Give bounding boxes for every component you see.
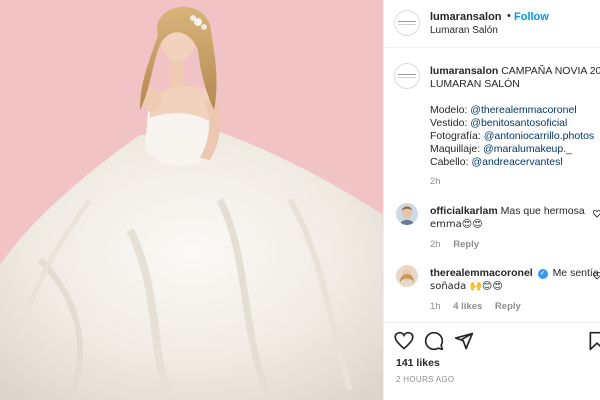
- caption-credit-makeup: Maquillaje: @maralumakeup._: [430, 143, 572, 156]
- instagram-post: lumaransalon • Follow Lumaran Salón luma…: [0, 0, 600, 400]
- caption-credit-photo: Fotografía: @antoniocarrillo.photos: [430, 130, 594, 143]
- mention-link[interactable]: @maralumakeup._: [483, 143, 572, 155]
- caption-credit-hair: Cabello: @andreacervantesl: [430, 156, 563, 169]
- caption-username[interactable]: lumaransalon: [430, 65, 498, 77]
- comment-username[interactable]: therealemmacoronel: [430, 267, 533, 279]
- bride-illustration: [0, 6, 383, 400]
- comment-likes[interactable]: 4 likes: [453, 301, 482, 312]
- post-actions: 141 likes 2 HOURS AGO: [384, 322, 600, 400]
- comment-text-cont: emma😍😍: [430, 219, 483, 230]
- comment-time: 2h: [430, 239, 441, 250]
- comment-like-heart-icon[interactable]: [593, 210, 600, 218]
- verified-badge-icon: ✓: [537, 269, 548, 279]
- comment-2-line-2: soñada 🙌😊😍: [430, 280, 503, 293]
- post-header: lumaransalon • Follow Lumaran Salón: [384, 0, 600, 48]
- comment-time: 1h: [430, 301, 441, 312]
- comment-2-meta: 1h 4 likes Reply: [430, 301, 531, 312]
- salon-logo-icon: [398, 20, 416, 25]
- bookmark-icon[interactable]: [587, 331, 600, 351]
- credit-label: Modelo:: [430, 104, 471, 116]
- comment-1-meta: 2h Reply: [430, 239, 489, 250]
- credit-label: Fotografía:: [430, 130, 484, 142]
- mention-link[interactable]: @benitosantosoficial: [470, 117, 567, 129]
- comment-text: Mas que hermosa: [500, 205, 585, 217]
- comment-text: Me sentía: [552, 267, 599, 279]
- comment-text-cont: soñada 🙌😊😍: [430, 281, 503, 292]
- comment-1-line-1: officialkarlam Mas que hermosa: [430, 205, 585, 218]
- caption-title-1: CAMPAÑA NOVIA 2021: [501, 65, 600, 77]
- comment-username[interactable]: officialkarlam: [430, 205, 498, 217]
- reply-button[interactable]: Reply: [495, 301, 521, 312]
- header-username[interactable]: lumaransalon: [430, 11, 502, 23]
- salon-logo-icon: [398, 73, 416, 78]
- credit-label: Vestido:: [430, 117, 471, 129]
- reply-button[interactable]: Reply: [453, 239, 479, 250]
- caption-credit-model: Modelo: @therealemmacoronel: [430, 104, 577, 117]
- comment-2-line-1: therealemmacoronel ✓ Me sentía: [430, 267, 599, 280]
- post-photo[interactable]: [0, 0, 383, 400]
- caption-timestamp: 2h: [430, 176, 441, 187]
- caption-avatar[interactable]: [394, 63, 420, 89]
- heart-icon[interactable]: [394, 331, 414, 351]
- comment-like-heart-icon[interactable]: [593, 272, 600, 280]
- location-link[interactable]: Lumaran Salón: [430, 25, 498, 36]
- share-icon[interactable]: [454, 331, 474, 351]
- commenter-avatar[interactable]: [396, 265, 418, 287]
- comment-icon[interactable]: [424, 331, 444, 351]
- credit-label: Maquillaje:: [430, 143, 484, 155]
- commenter-avatar[interactable]: [396, 203, 418, 225]
- mention-link[interactable]: @antoniocarrillo.photos: [484, 130, 594, 142]
- likes-count[interactable]: 141 likes: [396, 357, 440, 369]
- comment-1-line-2: emma😍😍: [430, 218, 483, 231]
- caption-title-2: LUMARAN SALÓN: [430, 78, 520, 90]
- credit-label: Cabello:: [430, 156, 472, 168]
- mention-link[interactable]: @therealemmacoronel: [470, 104, 576, 116]
- profile-avatar[interactable]: [394, 10, 420, 36]
- caption-credit-dress: Vestido: @benitosantosoficial: [430, 117, 567, 130]
- separator-dot: •: [507, 10, 511, 22]
- caption-title-line-1: lumaransalon CAMPAÑA NOVIA 2021: [430, 65, 600, 78]
- post-age: 2 HOURS AGO: [396, 375, 455, 384]
- post-sidebar: lumaransalon • Follow Lumaran Salón luma…: [383, 0, 600, 400]
- follow-button[interactable]: Follow: [514, 11, 549, 23]
- mention-link[interactable]: @andreacervantesl: [471, 156, 562, 168]
